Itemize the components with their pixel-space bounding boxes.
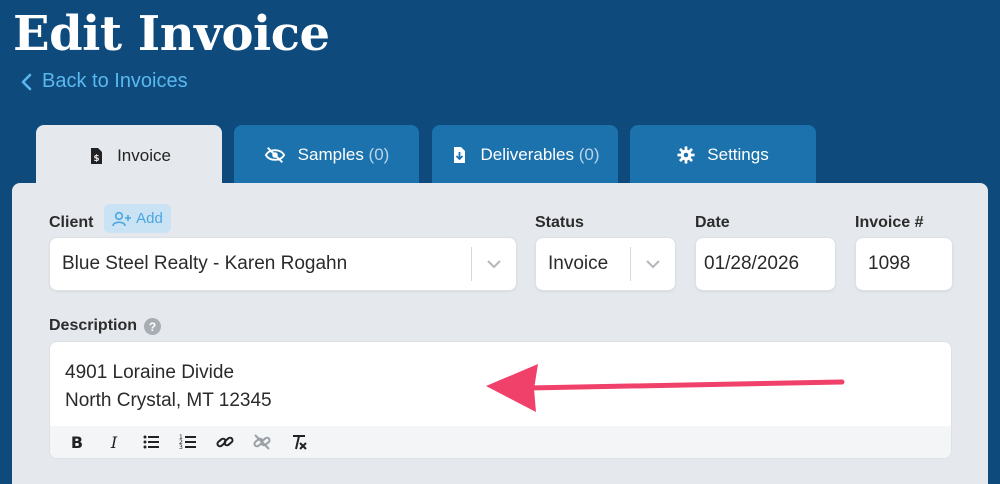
client-select[interactable]: Blue Steel Realty - Karen Rogahn xyxy=(49,237,517,291)
chevron-down-icon[interactable] xyxy=(631,259,675,269)
annotation-arrow xyxy=(486,364,845,412)
tab-label: Settings xyxy=(707,145,769,164)
chevron-left-icon xyxy=(21,73,32,90)
tab-count: (0) xyxy=(368,145,390,164)
tab-settings[interactable]: Settings xyxy=(630,125,816,185)
tab-label: Invoice xyxy=(117,146,171,165)
description-line: North Crystal, MT 12345 xyxy=(65,390,272,411)
status-value: Invoice xyxy=(548,253,609,274)
description-label: Description xyxy=(49,317,138,334)
invoice-icon: $ xyxy=(91,148,103,164)
eye-slash-icon xyxy=(264,147,285,163)
add-client-label: Add xyxy=(136,210,163,227)
back-to-invoices-link[interactable]: Back to Invoices xyxy=(20,70,188,93)
svg-text:B: B xyxy=(70,433,82,451)
link-icon[interactable] xyxy=(206,428,243,456)
help-icon[interactable]: ? xyxy=(144,318,161,335)
bullet-list-icon[interactable] xyxy=(132,428,169,456)
client-value: Blue Steel Realty - Karen Rogahn xyxy=(62,253,348,274)
svg-text:3: 3 xyxy=(179,444,183,451)
tab-count: (0) xyxy=(578,145,600,164)
client-label: Client xyxy=(49,214,94,231)
clear-format-icon[interactable] xyxy=(280,428,317,456)
tab-samples[interactable]: Samples (0) xyxy=(234,125,419,185)
user-plus-icon xyxy=(112,211,132,226)
unlink-icon[interactable] xyxy=(243,428,280,456)
description-text[interactable]: 4901 Loraine Divide North Crystal, MT 12… xyxy=(65,359,272,415)
invoice-number-value: 1098 xyxy=(868,253,911,274)
status-label: Status xyxy=(535,214,584,231)
chevron-down-icon[interactable] xyxy=(472,259,516,269)
tab-label: Samples xyxy=(297,145,364,164)
description-line: 4901 Loraine Divide xyxy=(65,362,235,383)
numbered-list-icon[interactable]: 123 xyxy=(169,428,206,456)
tab-label: Deliverables xyxy=(480,145,575,164)
add-client-button[interactable]: Add xyxy=(104,204,171,233)
page-title: Edit Invoice xyxy=(13,6,330,62)
tab-deliverables[interactable]: Deliverables (0) xyxy=(432,125,618,185)
back-link-label: Back to Invoices xyxy=(42,70,188,92)
invoice-number-label: Invoice # xyxy=(855,214,924,231)
date-value: 01/28/2026 xyxy=(704,253,800,274)
editor-toolbar: B I 123 xyxy=(50,426,951,458)
svg-text:I: I xyxy=(109,433,117,451)
invoice-number-input[interactable]: 1098 xyxy=(855,237,953,291)
bold-icon[interactable]: B xyxy=(58,428,95,456)
svg-text:$: $ xyxy=(93,154,99,164)
italic-icon[interactable]: I xyxy=(95,428,132,456)
status-select[interactable]: Invoice xyxy=(535,237,676,291)
date-label: Date xyxy=(695,214,730,231)
date-input[interactable]: 01/28/2026 xyxy=(695,237,836,291)
gear-icon xyxy=(677,146,695,164)
file-download-icon xyxy=(454,147,466,163)
tab-invoice[interactable]: $ Invoice xyxy=(36,125,222,187)
